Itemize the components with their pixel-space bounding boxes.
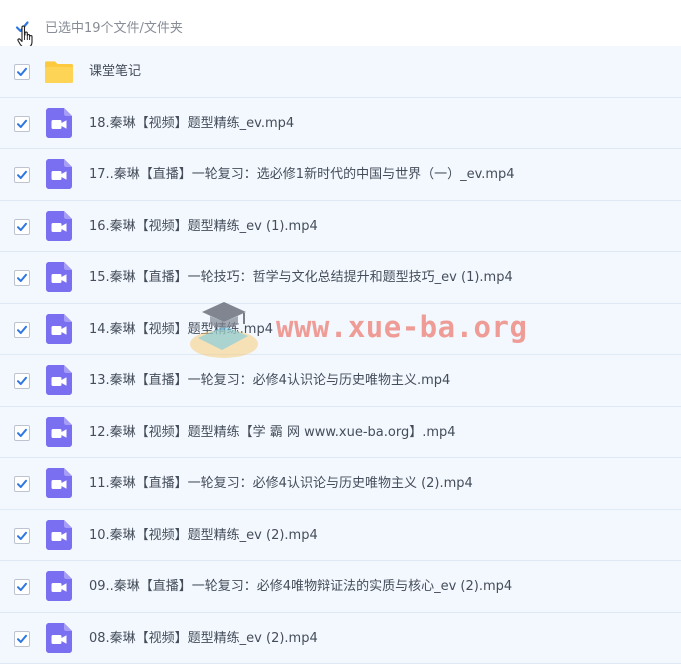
video-file-icon xyxy=(46,108,72,142)
folder-icon xyxy=(44,57,74,91)
file-name: 12.秦琳【视频】题型精练【学 霸 网 www.xue-ba.org】.mp4 xyxy=(89,407,456,458)
file-list: 课堂笔记 18.秦琳【视频】题型精练_ev.mp4 17..秦琳【直播】一轮复习… xyxy=(0,46,681,664)
file-name: 课堂笔记 xyxy=(89,46,141,97)
file-row[interactable]: 09..秦琳【直播】一轮复习：必修4唯物辩证法的实质与核心_ev (2).mp4 xyxy=(0,561,681,613)
file-name: 08.秦琳【视频】题型精练_ev (2).mp4 xyxy=(89,613,318,664)
row-checkbox[interactable] xyxy=(14,373,30,389)
file-row[interactable]: 17..秦琳【直播】一轮复习：选必修1新时代的中国与世界（一）_ev.mp4 xyxy=(0,149,681,201)
row-checkbox[interactable] xyxy=(14,219,30,235)
row-checkbox[interactable] xyxy=(14,270,30,286)
video-file-icon xyxy=(46,520,72,554)
folder-row[interactable]: 课堂笔记 xyxy=(0,46,681,98)
file-row[interactable]: 14.秦琳【视频】题型精练.mp4 xyxy=(0,304,681,356)
video-file-icon xyxy=(46,211,72,245)
file-row[interactable]: 15.秦琳【直播】一轮技巧：哲学与文化总结提升和题型技巧_ev (1).mp4 xyxy=(0,252,681,304)
video-file-icon xyxy=(46,262,72,296)
row-checkbox[interactable] xyxy=(14,631,30,647)
file-row[interactable]: 13.秦琳【直播】一轮复习：必修4认识论与历史唯物主义.mp4 xyxy=(0,355,681,407)
file-name: 18.秦琳【视频】题型精练_ev.mp4 xyxy=(89,98,294,149)
file-name: 17..秦琳【直播】一轮复习：选必修1新时代的中国与世界（一）_ev.mp4 xyxy=(89,149,515,200)
selection-count-text: 已选中19个文件/文件夹 xyxy=(45,17,183,36)
file-row[interactable]: 08.秦琳【视频】题型精练_ev (2).mp4 xyxy=(0,613,681,664)
file-name: 10.秦琳【视频】题型精练_ev (2).mp4 xyxy=(89,510,318,561)
video-file-icon xyxy=(46,623,72,657)
row-checkbox[interactable] xyxy=(14,425,30,441)
file-name: 14.秦琳【视频】题型精练.mp4 xyxy=(89,304,273,355)
file-name: 09..秦琳【直播】一轮复习：必修4唯物辩证法的实质与核心_ev (2).mp4 xyxy=(89,561,512,612)
file-row[interactable]: 11.秦琳【直播】一轮复习：必修4认识论与历史唯物主义 (2).mp4 xyxy=(0,458,681,510)
file-row[interactable]: 10.秦琳【视频】题型精练_ev (2).mp4 xyxy=(0,510,681,562)
video-file-icon xyxy=(46,365,72,399)
row-checkbox[interactable] xyxy=(14,579,30,595)
file-row[interactable]: 16.秦琳【视频】题型精练_ev (1).mp4 xyxy=(0,201,681,253)
file-name: 13.秦琳【直播】一轮复习：必修4认识论与历史唯物主义.mp4 xyxy=(89,355,450,406)
video-file-icon xyxy=(46,417,72,451)
selection-header: 已选中19个文件/文件夹 xyxy=(0,0,681,46)
file-name: 15.秦琳【直播】一轮技巧：哲学与文化总结提升和题型技巧_ev (1).mp4 xyxy=(89,252,513,303)
row-checkbox[interactable] xyxy=(14,116,30,132)
video-file-icon xyxy=(46,468,72,502)
video-file-icon xyxy=(46,314,72,348)
file-name: 16.秦琳【视频】题型精练_ev (1).mp4 xyxy=(89,201,318,252)
file-row[interactable]: 12.秦琳【视频】题型精练【学 霸 网 www.xue-ba.org】.mp4 xyxy=(0,407,681,459)
row-checkbox[interactable] xyxy=(14,64,30,80)
row-checkbox[interactable] xyxy=(14,476,30,492)
video-file-icon xyxy=(46,159,72,193)
video-file-icon xyxy=(46,571,72,605)
row-checkbox[interactable] xyxy=(14,322,30,338)
file-name: 11.秦琳【直播】一轮复习：必修4认识论与历史唯物主义 (2).mp4 xyxy=(89,458,473,509)
row-checkbox[interactable] xyxy=(14,167,30,183)
file-row[interactable]: 18.秦琳【视频】题型精练_ev.mp4 xyxy=(0,98,681,150)
row-checkbox[interactable] xyxy=(14,528,30,544)
